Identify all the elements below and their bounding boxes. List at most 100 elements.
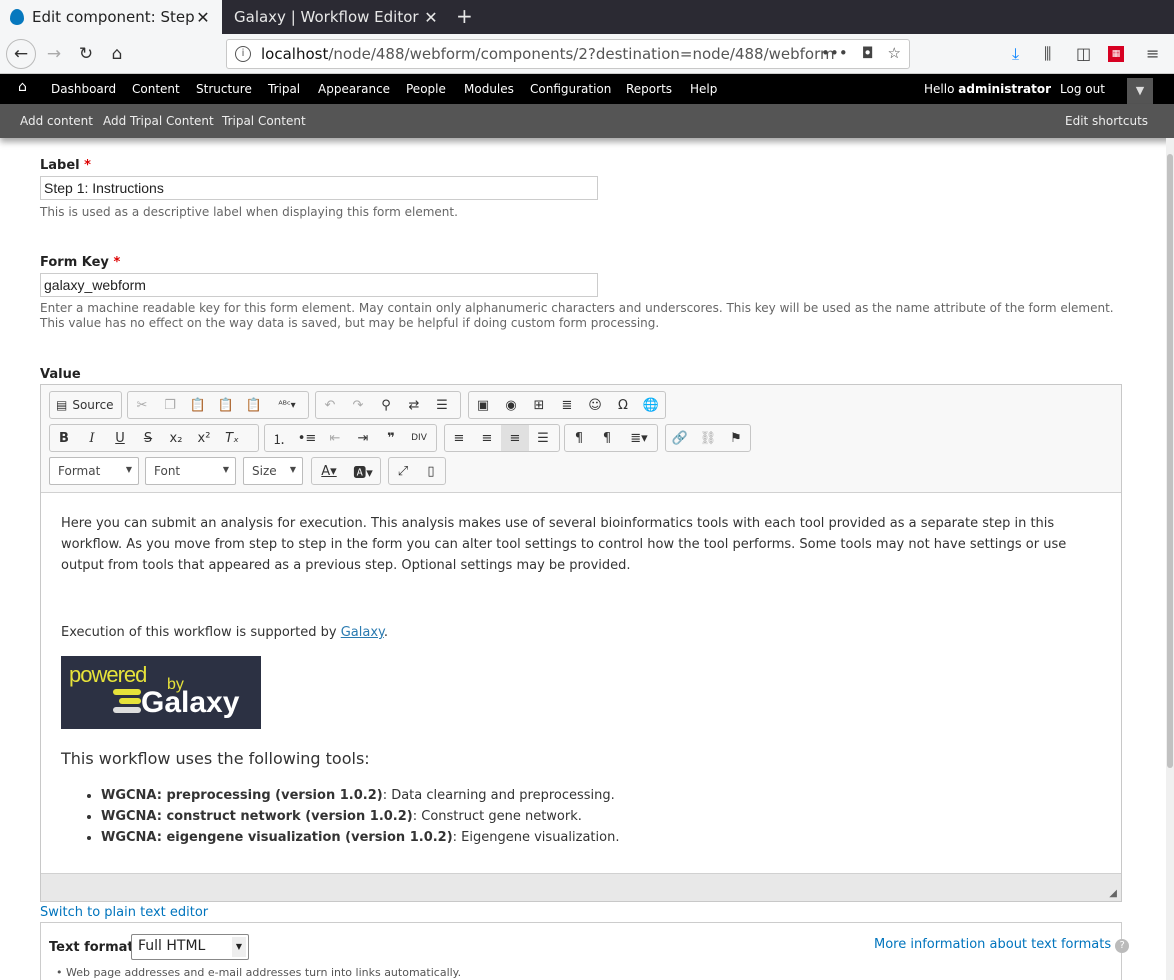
extension-icon[interactable]: ▦ [1108, 46, 1124, 62]
maximize-icon[interactable]: ⤢ [389, 458, 417, 484]
shortcut-add-content[interactable]: Add content [20, 114, 93, 128]
flash-icon[interactable]: ◉ [497, 392, 525, 418]
smiley-icon[interactable]: ☺ [581, 392, 609, 418]
menu-content[interactable]: Content [132, 82, 180, 96]
home-icon[interactable]: ⌂ [103, 40, 131, 68]
help-icon[interactable]: ? [1115, 939, 1130, 953]
unlink-icon[interactable]: ⛓ [694, 425, 722, 451]
forward-icon[interactable]: → [40, 40, 68, 68]
spellcheck-icon[interactable]: ᴬᴮᶜ▾ [268, 392, 306, 418]
pocket-icon[interactable]: ◘ [862, 44, 874, 62]
logout-link[interactable]: Log out [1060, 82, 1105, 96]
text-format-select[interactable]: Full HTML ▼ [131, 934, 249, 960]
menu-dashboard[interactable]: Dashboard [51, 82, 116, 96]
reload-icon[interactable]: ↻ [72, 40, 100, 68]
label-input[interactable]: Step 1: Instructions [40, 176, 598, 200]
menu-modules[interactable]: Modules [464, 82, 514, 96]
remove-format-icon[interactable]: Tₓ [218, 425, 246, 451]
horizontal-line-icon[interactable]: ≣ [553, 392, 581, 418]
close-tab-icon[interactable]: ✕ [422, 8, 440, 27]
menu-configuration[interactable]: Configuration [530, 82, 611, 96]
form-key-input[interactable]: galaxy_webform [40, 273, 598, 297]
menu-reports[interactable]: Reports [626, 82, 672, 96]
strikethrough-icon[interactable]: S [134, 425, 162, 451]
edit-shortcuts-link[interactable]: Edit shortcuts [1065, 114, 1148, 128]
library-icon[interactable]: ⫼ [1044, 44, 1051, 64]
format-combo[interactable]: Format ▼ [49, 457, 139, 485]
indent-icon[interactable]: ⇥ [349, 425, 377, 451]
galaxy-link[interactable]: Galaxy [341, 625, 384, 640]
paste-icon[interactable]: 📋 [184, 392, 212, 418]
more-info-link[interactable]: More information about text formats [874, 937, 1111, 952]
redo-icon[interactable]: ↷ [344, 392, 372, 418]
admin-home-icon[interactable]: ⌂ [18, 79, 27, 95]
subscript-icon[interactable]: x₂ [162, 425, 190, 451]
copy-icon[interactable]: ❐ [156, 392, 184, 418]
download-icon[interactable]: ⤓ [1012, 44, 1019, 64]
replace-icon[interactable]: ⇄ [400, 392, 428, 418]
rtl-icon[interactable]: ¶ [593, 425, 621, 451]
page-actions-icon[interactable]: ••• [821, 44, 848, 62]
form-key-description: Enter a machine readable key for this fo… [40, 301, 1114, 330]
tab-galaxy-workflow-editor[interactable]: Galaxy | Workflow Editor ✕ [224, 0, 450, 34]
shortcuts-toggle-icon[interactable]: ▼ [1127, 78, 1153, 104]
sidebar-icon[interactable]: ◫ [1076, 44, 1091, 63]
username[interactable]: administrator [958, 82, 1051, 96]
align-right-icon[interactable]: ≡ [501, 425, 529, 451]
font-combo[interactable]: Font ▼ [145, 457, 236, 485]
menu-structure[interactable]: Structure [196, 82, 252, 96]
cut-icon[interactable]: ✂ [128, 392, 156, 418]
list-item: WGCNA: construct network (version 1.0.2)… [101, 806, 619, 827]
outdent-icon[interactable]: ⇤ [321, 425, 349, 451]
tab-edit-component[interactable]: Edit component: Step 1: Instructions ✕ [0, 0, 222, 34]
link-icon[interactable]: 🔗 [666, 425, 694, 451]
special-char-icon[interactable]: Ω [609, 392, 637, 418]
shortcut-tripal-content[interactable]: Tripal Content [222, 114, 306, 128]
paste-text-icon[interactable]: 📋 [212, 392, 240, 418]
show-blocks-icon[interactable]: ▯ [417, 458, 445, 484]
menu-help[interactable]: Help [690, 82, 717, 96]
bold-icon[interactable]: B [50, 425, 78, 451]
align-center-icon[interactable]: ≡ [473, 425, 501, 451]
editor-content[interactable]: Here you can submit an analysis for exec… [61, 513, 1101, 643]
menu-tripal[interactable]: Tripal [268, 82, 300, 96]
underline-icon[interactable]: U [106, 425, 134, 451]
justify-icon[interactable]: ☰ [529, 425, 557, 451]
back-icon[interactable]: ← [6, 39, 36, 69]
numbered-list-icon[interactable]: ⒈ [265, 425, 293, 451]
source-button[interactable]: ▤ Source [50, 398, 120, 412]
menu-people[interactable]: People [406, 82, 446, 96]
italic-icon[interactable]: I [78, 425, 106, 451]
anchor-icon[interactable]: ⚑ [722, 425, 750, 451]
find-icon[interactable]: ⚲ [372, 392, 400, 418]
text-color-icon[interactable]: A▾ [312, 458, 346, 484]
iframe-icon[interactable]: 🌐 [637, 392, 665, 418]
blockquote-icon[interactable]: ❞ [377, 425, 405, 451]
resize-handle-icon[interactable]: ◢ [1109, 888, 1117, 899]
language-icon[interactable]: ≣▾ [621, 425, 657, 451]
scrollbar-thumb[interactable] [1167, 154, 1173, 768]
paste-word-icon[interactable]: 📋 [240, 392, 268, 418]
bookmark-star-icon[interactable]: ☆ [888, 44, 901, 62]
align-left-icon[interactable]: ≡ [445, 425, 473, 451]
size-combo[interactable]: Size ▼ [243, 457, 303, 485]
image-icon[interactable]: ▣ [469, 392, 497, 418]
bg-color-icon[interactable]: 🅰▾ [346, 458, 380, 484]
undo-icon[interactable]: ↶ [316, 392, 344, 418]
menu-icon[interactable]: ≡ [1146, 44, 1159, 63]
table-icon[interactable]: ⊞ [525, 392, 553, 418]
close-tab-icon[interactable]: ✕ [194, 8, 212, 27]
info-icon[interactable]: i [235, 46, 251, 62]
div-container-icon[interactable]: DIV [405, 425, 433, 451]
switch-plain-text-link[interactable]: Switch to plain text editor [40, 905, 208, 920]
ltr-icon[interactable]: ¶ [565, 425, 593, 451]
url-bar[interactable]: i localhost /node/488/webform/components… [226, 39, 910, 69]
bulleted-list-icon[interactable]: •≡ [293, 425, 321, 451]
select-all-icon[interactable]: ☰ [428, 392, 456, 418]
superscript-icon[interactable]: x² [190, 425, 218, 451]
new-tab-button[interactable]: + [456, 4, 473, 28]
shortcut-add-tripal-content[interactable]: Add Tripal Content [103, 114, 214, 128]
page-scrollbar[interactable] [1166, 138, 1174, 980]
menu-appearance[interactable]: Appearance [318, 82, 390, 96]
url-path: /node/488/webform/components/2?destinati… [328, 45, 835, 63]
